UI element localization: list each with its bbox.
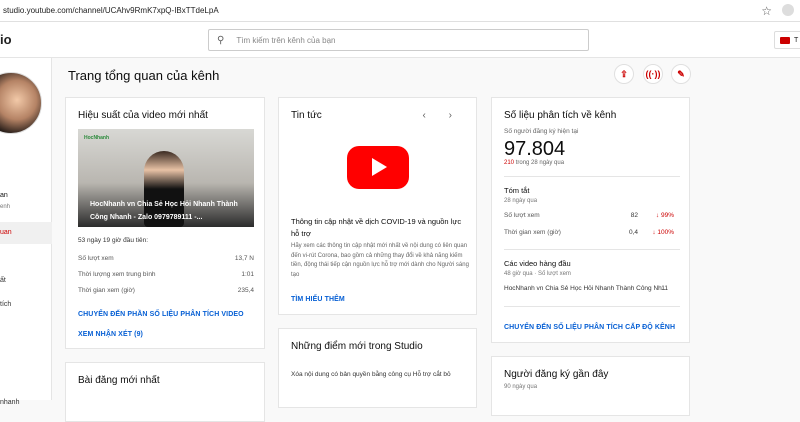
page-title: Trang tổng quan của kênh [68, 68, 220, 83]
stat-label: Thời gian xem (giờ) [78, 287, 135, 294]
card-title: Số liệu phân tích về kênh [504, 110, 617, 121]
top-video-row[interactable]: HocNhanh vn Chia Sẻ Học Hỏi Nhanh Thành … [504, 285, 680, 292]
upload-icon[interactable]: ⇪ [614, 64, 634, 84]
news-headline: Thông tin cập nhật về dịch COVID-19 và n… [291, 217, 462, 238]
stat-value: 235,4 [237, 287, 254, 294]
video-analytics-link[interactable]: CHUYỂN ĐẾN PHẦN SỐ LIỆU PHÂN TÍCH VIDEO [78, 311, 244, 318]
divider [504, 176, 680, 177]
card-title: Tin tức [291, 110, 322, 121]
latest-video-card: Hiệu suất của video mới nhất HocNhanh Ho… [65, 97, 265, 349]
go-live-icon[interactable]: ((·)) [643, 64, 663, 84]
top-videos-sub: 48 giờ qua · Số lượt xem [504, 271, 571, 277]
news-nav-arrows[interactable]: ‹ › [423, 110, 462, 121]
metric-value: 0,4 [628, 229, 638, 236]
channel-search-input[interactable]: ⚲ Tìm kiếm trên kênh của bạn [208, 29, 589, 51]
summary-title: Tóm tắt [504, 186, 530, 195]
card-title: Hiệu suất của video mới nhất [78, 110, 208, 121]
metric-delta-value: 99% [660, 212, 674, 219]
top-videos-title: Các video hàng đầu [504, 259, 571, 268]
stat-row: Thời gian xem (giờ) 235,4 [78, 287, 254, 294]
stat-value: 13,7 N [234, 255, 254, 262]
subscribers-change: 210 [504, 160, 515, 166]
channel-analytics-card: Số liệu phân tích về kênh Số người đăng … [491, 97, 690, 343]
stat-label: Số lượt xem [78, 255, 114, 262]
channel-avatar[interactable] [0, 72, 42, 134]
news-body: Hãy xem các thông tin cập nhật mới nhất … [291, 243, 469, 278]
metric-row: Thời gian xem (giờ) 0,4 ↓ 100% [504, 229, 680, 236]
summary-period: 28 ngày qua [504, 198, 538, 204]
metric-value: 82 [630, 212, 638, 219]
metric-row: Số lượt xem 82 ↓ 99% [504, 212, 680, 219]
search-icon: ⚲ [217, 34, 225, 46]
metric-delta-value: 100% [657, 229, 674, 236]
subscribers-count: 97.804 [504, 138, 566, 160]
metric-delta: ↓ 100% [652, 229, 674, 236]
stat-row: Số lượt xem 13,7 N [78, 255, 254, 262]
sidebar: an enh uan ất tích nhanh [0, 58, 52, 406]
sidebar-item-content[interactable]: ất [0, 277, 6, 284]
studio-header: io ⚲ Tìm kiếm trên kênh của bạn T [0, 22, 800, 58]
card-title: Những điểm mới trong Studio [291, 341, 423, 352]
youtube-logo-icon [347, 146, 409, 189]
browser-address-bar[interactable]: studio.youtube.com/channel/UCAhv9RmK7xpQ… [0, 0, 800, 22]
subscribers-label: Số người đăng ký hiện tại [504, 128, 579, 135]
thumbnail-caption: HocNhanh vn Chia Sẻ Học Hỏi Nhanh Thành … [90, 201, 238, 221]
subscribers-change-suffix: trong 28 ngày qua [515, 160, 565, 166]
metric-delta: ↓ 99% [655, 212, 674, 219]
sidebar-item-dashboard[interactable]: uan [0, 222, 52, 244]
bookmark-star-icon[interactable]: ☆ [761, 4, 772, 18]
latest-post-card: Bài đăng mới nhất [65, 362, 265, 422]
subscribers-change-row: 210 trong 28 ngày qua [504, 160, 564, 166]
create-button[interactable]: T [774, 31, 800, 49]
news-card: Tin tức ‹ › Thông tin cập nhật về dịch C… [278, 97, 477, 315]
create-button-label: T [794, 36, 799, 44]
sidebar-item-label: uan [0, 229, 12, 236]
top-video-title: HocNhanh vn Chia Sẻ Học Hỏi Nhanh Thành … [504, 285, 668, 292]
recent-subs-period: 90 ngày qua [504, 384, 538, 390]
channel-subtitle: enh [0, 204, 11, 210]
channel-analytics-link[interactable]: CHUYỂN ĐẾN SỐ LIỆU PHÂN TÍCH CẤP ĐỘ KÊNH [504, 324, 675, 331]
create-post-icon[interactable]: ✎ [671, 64, 691, 84]
channel-name: an [0, 192, 8, 199]
stat-row: Thời lượng xem trung bình 1:01 [78, 271, 254, 278]
metric-label: Số lượt xem [504, 212, 540, 219]
card-title: Bài đăng mới nhất [78, 375, 160, 386]
whats-new-item[interactable]: Xóa nội dung có bản quyền bằng công cụ H… [291, 369, 467, 380]
search-placeholder: Tìm kiếm trên kênh của bạn [236, 35, 336, 45]
whats-new-card: Những điểm mới trong Studio Xóa nội dung… [278, 328, 477, 408]
sidebar-item-channel[interactable]: nhanh [0, 399, 19, 406]
video-thumbnail[interactable]: HocNhanh HocNhanh vn Chia Sẻ Học Hỏi Nha… [78, 129, 254, 227]
divider [504, 249, 680, 250]
thumbnail-brand: HocNhanh [84, 135, 109, 141]
video-period: 53 ngày 19 giờ đầu tiên: [78, 237, 149, 244]
stat-label: Thời lượng xem trung bình [78, 271, 156, 278]
recent-subscribers-card: Người đăng ký gần đây 90 ngày qua [491, 356, 690, 416]
studio-logo[interactable]: io [0, 32, 12, 47]
url-text[interactable]: studio.youtube.com/channel/UCAhv9RmK7xpQ… [0, 6, 219, 15]
metric-label: Thời gian xem (giờ) [504, 229, 561, 236]
card-title: Người đăng ký gần đây [504, 369, 609, 380]
profile-icon[interactable] [782, 4, 794, 16]
divider [504, 306, 680, 307]
top-video-views: 11 [661, 285, 668, 292]
sidebar-item-analytics[interactable]: tích [0, 301, 11, 308]
stat-value: 1:01 [241, 271, 254, 278]
view-comments-link[interactable]: XEM NHẬN XÉT (9) [78, 331, 143, 338]
learn-more-link[interactable]: TÌM HIỂU THÊM [291, 296, 345, 303]
video-camera-icon [780, 36, 790, 44]
